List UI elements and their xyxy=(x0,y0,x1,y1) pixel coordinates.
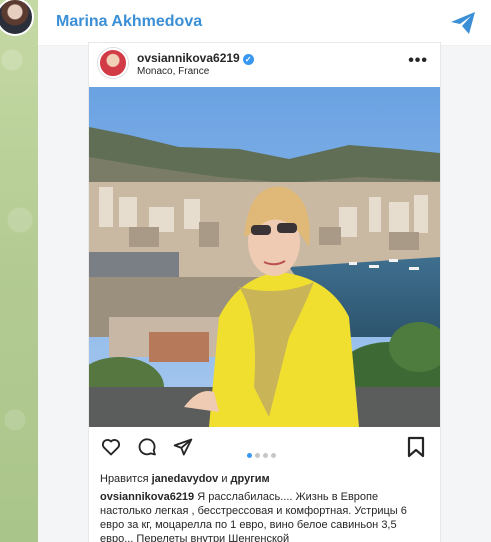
post-caption: ovsiannikova6219 Я расслабилась.... Жизн… xyxy=(100,490,430,542)
verified-icon: ✓ xyxy=(242,54,254,65)
caption-username[interactable]: ovsiannikova6219 xyxy=(100,491,194,503)
post-username[interactable]: ovsiannikova6219 ✓ xyxy=(137,51,254,65)
share-icon[interactable] xyxy=(173,437,193,457)
post-margin-left xyxy=(38,46,89,542)
carousel-dot xyxy=(271,453,276,458)
post-header: ovsiannikova6219 ✓ Monaco, France ••• xyxy=(89,43,440,87)
photo-monaco-harbor xyxy=(89,87,440,427)
carousel-dot-active xyxy=(247,453,252,458)
channel-avatar[interactable] xyxy=(0,0,38,40)
channel-name[interactable]: Marina Akhmedova xyxy=(56,13,202,31)
likes-prefix: Нравится xyxy=(100,473,149,485)
post-username-text: ovsiannikova6219 xyxy=(137,51,240,65)
post-avatar[interactable] xyxy=(98,48,128,78)
likes-user-link[interactable]: janedavydov xyxy=(152,473,219,485)
likes-others-link[interactable]: другим xyxy=(231,473,270,485)
instagram-post-screenshot[interactable]: ovsiannikova6219 ✓ Monaco, France ••• Нр… xyxy=(89,43,440,542)
post-margin-right xyxy=(440,46,491,542)
bookmark-icon[interactable] xyxy=(407,436,425,458)
carousel-dot xyxy=(255,453,260,458)
post-photo[interactable] xyxy=(89,87,440,427)
post-location[interactable]: Monaco, France xyxy=(137,66,209,77)
likes-conj: и xyxy=(221,473,228,485)
avatar-image xyxy=(0,0,34,36)
carousel-indicator xyxy=(247,445,279,463)
message-card: Marina Akhmedova ovsiannikova6219 ✓ Monac… xyxy=(38,0,491,542)
carousel-dot xyxy=(263,453,268,458)
heart-icon[interactable] xyxy=(101,437,121,457)
channel-header: Marina Akhmedova xyxy=(38,0,491,46)
send-icon[interactable] xyxy=(449,10,477,36)
more-icon[interactable]: ••• xyxy=(408,52,428,70)
likes-line: Нравится janedavydov и другим xyxy=(100,473,270,485)
comment-icon[interactable] xyxy=(137,437,157,457)
